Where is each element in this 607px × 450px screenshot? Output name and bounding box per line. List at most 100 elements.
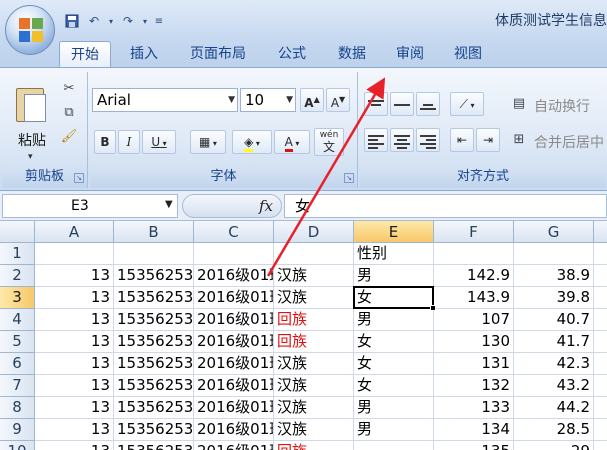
merge-center-button[interactable]: 合并后居中 <box>534 132 604 152</box>
align-bottom-button[interactable] <box>416 92 440 116</box>
insert-function-icon[interactable]: fx <box>259 197 273 215</box>
tab-page-layout[interactable]: 页面布局 <box>180 41 256 68</box>
cell-g3[interactable]: 39.8 <box>514 287 594 309</box>
format-painter-icon[interactable]: 🖌 <box>60 128 78 146</box>
cell-c8[interactable]: 2016级01班 <box>194 397 274 419</box>
cell-e8[interactable]: 男 <box>354 397 434 419</box>
font-size-combo[interactable]: 10 ▼ <box>240 88 296 112</box>
cell-b10[interactable]: 15356253 <box>114 441 194 450</box>
font-name-dropdown-icon[interactable]: ▼ <box>228 89 235 111</box>
cell-h4[interactable] <box>594 309 607 331</box>
tab-insert[interactable]: 插入 <box>120 41 168 68</box>
cell-g2[interactable]: 38.9 <box>514 265 594 287</box>
row-header[interactable]: 8 <box>0 397 35 419</box>
formula-input[interactable]: 女 <box>284 194 607 218</box>
cut-icon[interactable]: ✂ <box>60 80 78 98</box>
cell-h3[interactable] <box>594 287 607 309</box>
orientation-button[interactable]: ⟋ ▾ <box>450 92 484 116</box>
row-header[interactable]: 7 <box>0 375 35 397</box>
cell-a1[interactable] <box>35 243 114 265</box>
cell-g8[interactable]: 44.2 <box>514 397 594 419</box>
tab-review[interactable]: 审阅 <box>386 41 434 68</box>
cell-f1[interactable] <box>434 243 514 265</box>
font-name-combo[interactable]: Arial ▼ <box>92 88 238 112</box>
paste-button[interactable]: 粘贴 ▾ <box>8 80 56 168</box>
cell-d6[interactable]: 汉族 <box>274 353 354 375</box>
cell-h10[interactable] <box>594 441 607 450</box>
cell-d4[interactable]: 回族 <box>274 309 354 331</box>
cell-h8[interactable] <box>594 397 607 419</box>
customize-qat-icon[interactable]: ≡ <box>152 11 166 31</box>
cell-h2[interactable] <box>594 265 607 287</box>
cell-d10[interactable]: 回族 <box>274 441 354 450</box>
cell-g5[interactable]: 41.7 <box>514 331 594 353</box>
cell-h6[interactable] <box>594 353 607 375</box>
tab-formulas[interactable]: 公式 <box>268 41 316 68</box>
cell-e2[interactable]: 男 <box>354 265 434 287</box>
borders-button[interactable]: ▦ ▾ <box>190 130 226 154</box>
align-middle-button[interactable] <box>390 92 414 116</box>
redo-dropdown-icon[interactable]: ▾ <box>140 11 150 31</box>
cell-e5[interactable]: 女 <box>354 331 434 353</box>
cell-c4[interactable]: 2016级01班 <box>194 309 274 331</box>
cell-a5[interactable]: 13 <box>35 331 114 353</box>
cell-h9[interactable] <box>594 419 607 441</box>
row-header[interactable]: 6 <box>0 353 35 375</box>
clipboard-launcher-icon[interactable]: ↘ <box>74 173 84 183</box>
tab-home[interactable]: 开始 <box>59 41 111 68</box>
name-box-dropdown-icon[interactable]: ▼ <box>165 199 173 210</box>
cell-h5[interactable] <box>594 331 607 353</box>
paste-dropdown-icon[interactable]: ▾ <box>28 152 33 162</box>
row-header[interactable]: 10 <box>0 441 35 450</box>
cell-a10[interactable]: 13 <box>35 441 114 450</box>
cell-f10[interactable]: 135 <box>434 441 514 450</box>
cell-g1[interactable] <box>514 243 594 265</box>
cell-f9[interactable]: 134 <box>434 419 514 441</box>
cell-c7[interactable]: 2016级01班 <box>194 375 274 397</box>
cell-d9[interactable]: 汉族 <box>274 419 354 441</box>
font-color-button[interactable]: A ▾ <box>274 130 310 154</box>
cell-b3[interactable]: 15356253 <box>114 287 194 309</box>
cell-e10[interactable] <box>354 441 434 450</box>
cell-a2[interactable]: 13 <box>35 265 114 287</box>
grow-font-button[interactable]: A▲ <box>300 88 324 112</box>
cell-b6[interactable]: 15356253 <box>114 353 194 375</box>
row-header[interactable]: 1 <box>0 243 35 265</box>
tab-data[interactable]: 数据 <box>328 41 376 68</box>
cell-h7[interactable] <box>594 375 607 397</box>
fill-color-button[interactable]: ◈ ▾ <box>232 130 272 154</box>
wrap-text-button[interactable]: 自动换行 <box>534 96 590 116</box>
row-header[interactable]: 4 <box>0 309 35 331</box>
cell-f2[interactable]: 142.9 <box>434 265 514 287</box>
column-header-h[interactable] <box>594 221 607 243</box>
cell-b9[interactable]: 15356253 <box>114 419 194 441</box>
cell-g7[interactable]: 43.2 <box>514 375 594 397</box>
cell-c2[interactable]: 2016级01班 <box>194 265 274 287</box>
copy-icon[interactable]: ⧉ <box>60 104 78 122</box>
cell-e7[interactable]: 女 <box>354 375 434 397</box>
decrease-indent-button[interactable]: ⇤ <box>450 128 474 152</box>
cell-h1[interactable] <box>594 243 607 265</box>
cell-e9[interactable]: 男 <box>354 419 434 441</box>
cell-d2[interactable]: 汉族 <box>274 265 354 287</box>
row-header[interactable]: 5 <box>0 331 35 353</box>
cell-g6[interactable]: 42.3 <box>514 353 594 375</box>
align-center-button[interactable] <box>390 128 414 152</box>
row-header[interactable]: 2 <box>0 265 35 287</box>
align-right-button[interactable] <box>416 128 440 152</box>
tab-view[interactable]: 视图 <box>444 41 492 68</box>
column-header-d[interactable]: D <box>274 221 354 243</box>
undo-icon[interactable]: ↶ <box>84 11 104 31</box>
cell-g4[interactable]: 40.7 <box>514 309 594 331</box>
cell-b4[interactable]: 15356253 <box>114 309 194 331</box>
cell-e6[interactable]: 女 <box>354 353 434 375</box>
cell-c5[interactable]: 2016级01班 <box>194 331 274 353</box>
cell-b1[interactable] <box>114 243 194 265</box>
align-top-button[interactable] <box>364 92 388 116</box>
cell-a7[interactable]: 13 <box>35 375 114 397</box>
name-box[interactable]: E3 <box>2 194 178 218</box>
cell-f6[interactable]: 131 <box>434 353 514 375</box>
font-size-dropdown-icon[interactable]: ▼ <box>286 89 293 111</box>
cell-c1[interactable] <box>194 243 274 265</box>
fill-handle[interactable] <box>430 305 436 311</box>
